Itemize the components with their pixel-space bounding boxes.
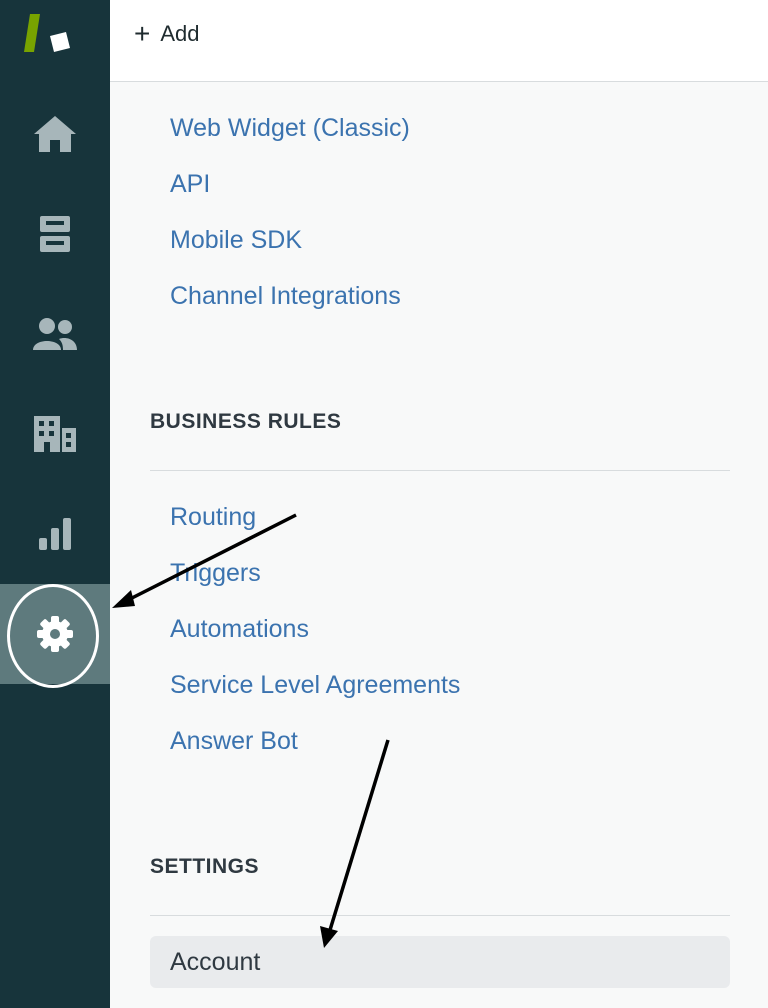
- link-web-widget[interactable]: Web Widget (Classic): [170, 114, 410, 143]
- link-account-label: Account: [170, 948, 261, 976]
- link-sla[interactable]: Service Level Agreements: [170, 671, 460, 700]
- nav-rail: [0, 0, 110, 1008]
- plus-icon: +: [134, 18, 151, 49]
- top-bar: + Add: [110, 0, 768, 82]
- add-button[interactable]: + Add: [134, 16, 200, 52]
- nav-views[interactable]: [0, 184, 110, 284]
- add-button-label: Add: [160, 21, 200, 46]
- link-api[interactable]: API: [170, 170, 210, 199]
- nav-admin[interactable]: [0, 584, 110, 684]
- link-automations[interactable]: Automations: [170, 615, 309, 644]
- zendesk-logo[interactable]: [24, 14, 80, 58]
- divider: [150, 915, 730, 916]
- home-icon: [32, 114, 78, 154]
- link-mobile-sdk[interactable]: Mobile SDK: [170, 226, 302, 255]
- admin-icon: [35, 614, 75, 654]
- link-triggers[interactable]: Triggers: [170, 559, 261, 588]
- nav-customers[interactable]: [0, 284, 110, 384]
- organizations-icon: [32, 414, 78, 454]
- divider: [150, 470, 730, 471]
- link-account[interactable]: Account: [150, 936, 730, 988]
- reporting-icon: [37, 516, 73, 552]
- section-title-settings: SETTINGS: [150, 855, 260, 878]
- section-title-business-rules: BUSINESS RULES: [150, 410, 342, 433]
- link-answer-bot[interactable]: Answer Bot: [170, 727, 298, 756]
- views-icon: [38, 214, 72, 254]
- admin-menu: Web Widget (Classic) API Mobile SDK Chan…: [110, 82, 768, 1008]
- nav-home[interactable]: [0, 84, 110, 184]
- customers-icon: [31, 316, 79, 352]
- nav-organizations[interactable]: [0, 384, 110, 484]
- nav-reporting[interactable]: [0, 484, 110, 584]
- link-channel-integrations[interactable]: Channel Integrations: [170, 282, 401, 311]
- link-routing[interactable]: Routing: [170, 503, 256, 532]
